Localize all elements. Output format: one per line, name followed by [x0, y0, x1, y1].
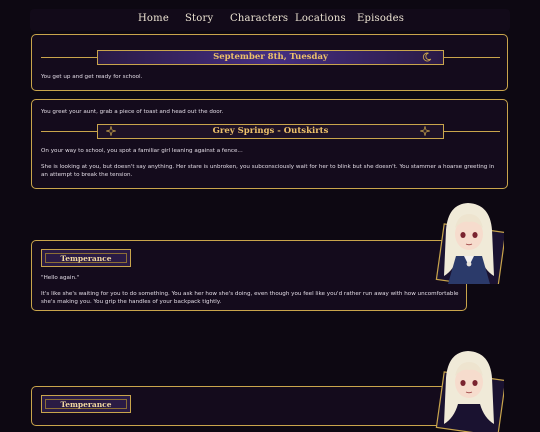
scene-text: She is looking at you, but doesn't say a… [41, 164, 495, 179]
temperance-portrait [435, 351, 504, 432]
scene-text: On your way to school, you spot a famili… [41, 148, 243, 154]
story-panel-location: You greet your aunt, grab a piece of toa… [31, 99, 508, 189]
nav-episodes-link[interactable]: Episodes [357, 13, 404, 24]
scene-intro-text: You greet your aunt, grab a piece of toa… [41, 109, 224, 115]
scene-text: You get up and get ready for school. [41, 74, 143, 80]
speaker-name: Temperance [60, 254, 112, 263]
dialogue-narration: It's like she's waiting for you to do so… [41, 291, 459, 306]
dialogue-line: "Hello again." [41, 275, 80, 281]
temperance-portrait [435, 203, 504, 284]
nav-locations-link[interactable]: Locations [295, 13, 346, 24]
top-nav: Home Story Characters Locations Episodes [0, 0, 540, 34]
location-banner: Grey Springs - Outskirts [41, 122, 500, 141]
date-banner: September 8th, Tuesday [41, 48, 500, 67]
nav-story-link[interactable]: Story [185, 13, 213, 24]
nav-characters-link[interactable]: Characters [230, 13, 288, 24]
story-panel-date: September 8th, Tuesday You get up and ge… [31, 34, 508, 91]
dialogue-panel: Temperance "Hello again." It's like she'… [31, 240, 467, 311]
dialogue-panel: Temperance [31, 386, 467, 426]
date-title: September 8th, Tuesday [213, 52, 328, 62]
speaker-nameplate: Temperance [41, 395, 131, 413]
speaker-nameplate: Temperance [41, 249, 131, 267]
nav-home-link[interactable]: Home [138, 13, 169, 24]
location-title: Grey Springs - Outskirts [212, 126, 329, 136]
